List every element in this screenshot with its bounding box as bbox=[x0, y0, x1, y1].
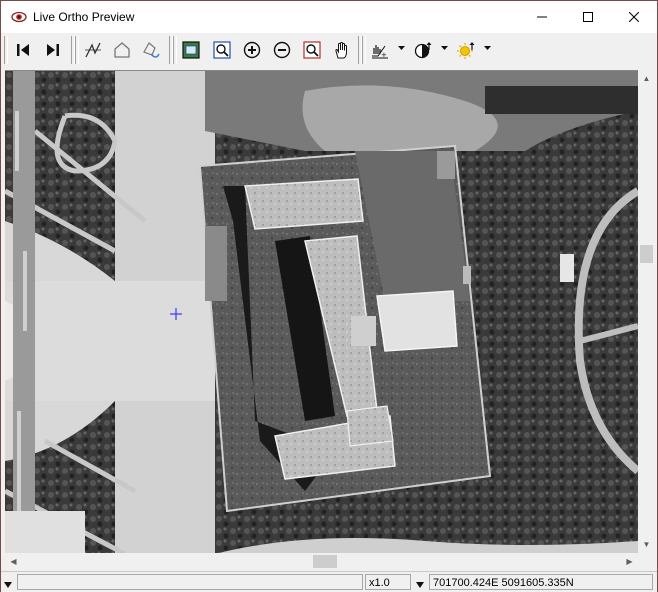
coordinate-format-dropdown[interactable] bbox=[416, 577, 424, 591]
horizontal-scroll-thumb[interactable] bbox=[313, 555, 337, 568]
brightness-icon bbox=[457, 42, 475, 59]
dropdown-arrow-icon bbox=[483, 46, 491, 50]
coordinates-field: 701700.424E 5091605.335N bbox=[429, 574, 653, 590]
polyline-icon bbox=[85, 42, 101, 58]
toolbar-separator bbox=[4, 36, 8, 64]
close-icon bbox=[629, 12, 639, 22]
edit-polygon-button[interactable] bbox=[139, 38, 163, 62]
brightness-dropdown[interactable] bbox=[483, 43, 491, 53]
toolbar-separator bbox=[75, 36, 79, 64]
scrollbar-corner bbox=[638, 553, 655, 570]
maximize-icon bbox=[583, 12, 593, 22]
zoom-extents-icon bbox=[182, 41, 200, 59]
zoom-in-icon bbox=[243, 41, 261, 59]
contrast-button[interactable] bbox=[411, 38, 435, 62]
polygon-edit-icon bbox=[143, 42, 160, 58]
minimize-icon bbox=[537, 16, 547, 18]
zoom-out-button[interactable] bbox=[270, 38, 294, 62]
vertical-scroll-thumb[interactable] bbox=[640, 245, 653, 263]
minimize-button[interactable] bbox=[519, 1, 565, 33]
scroll-up-arrow-icon[interactable]: ▲ bbox=[638, 70, 655, 87]
maximize-button[interactable] bbox=[565, 1, 611, 33]
zoom-in-button[interactable] bbox=[240, 38, 264, 62]
orthophoto-image bbox=[5, 71, 638, 554]
zoom-selection-button[interactable] bbox=[300, 38, 324, 62]
zoom-window-button[interactable] bbox=[210, 38, 234, 62]
zoom-selection-icon bbox=[303, 41, 321, 59]
window-title: Live Ortho Preview bbox=[33, 10, 135, 24]
histogram-button[interactable]: + bbox=[368, 38, 392, 62]
horizontal-scrollbar[interactable]: ◀ ▶ bbox=[5, 553, 638, 570]
vertical-scrollbar[interactable]: ▲ ▼ bbox=[638, 70, 655, 553]
scroll-left-arrow-icon[interactable]: ◀ bbox=[5, 553, 22, 570]
zoom-window-icon bbox=[213, 41, 231, 59]
hand-icon bbox=[335, 41, 347, 59]
close-button[interactable] bbox=[611, 1, 657, 33]
zoom-extents-button[interactable] bbox=[179, 38, 203, 62]
next-image-button[interactable] bbox=[41, 38, 65, 62]
brightness-button[interactable] bbox=[454, 38, 478, 62]
dropdown-arrow-icon bbox=[416, 582, 424, 588]
dropdown-arrow-icon bbox=[440, 46, 448, 50]
scroll-down-arrow-icon[interactable]: ▼ bbox=[638, 536, 655, 553]
live-ortho-preview-window: Live Ortho Preview + ▲ ▼ ◀ ▶ x1.0 701700… bbox=[0, 0, 658, 592]
scroll-right-arrow-icon[interactable]: ▶ bbox=[621, 553, 638, 570]
skip-back-icon bbox=[17, 44, 29, 56]
toolbar-separator bbox=[173, 36, 177, 64]
zoom-level-field: x1.0 bbox=[365, 574, 411, 590]
previous-image-button[interactable] bbox=[11, 38, 35, 62]
draw-polyline-button[interactable] bbox=[81, 38, 105, 62]
toolbar-separator bbox=[362, 36, 366, 64]
pan-button[interactable] bbox=[330, 38, 354, 62]
histogram-dropdown[interactable] bbox=[397, 43, 405, 53]
svg-text:+: + bbox=[381, 51, 387, 59]
eye-icon bbox=[11, 11, 27, 23]
status-bar: x1.0 701700.424E 5091605.335N bbox=[1, 571, 657, 592]
toolbar: + bbox=[1, 33, 657, 67]
dropdown-arrow-icon bbox=[4, 582, 12, 588]
title-bar[interactable]: Live Ortho Preview bbox=[1, 1, 657, 33]
dropdown-arrow-icon bbox=[397, 46, 405, 50]
histogram-icon: + bbox=[372, 45, 388, 59]
contrast-dropdown[interactable] bbox=[440, 43, 448, 53]
status-menu-dropdown[interactable] bbox=[4, 577, 12, 591]
zoom-out-icon bbox=[273, 41, 291, 59]
status-message-field bbox=[17, 574, 363, 590]
polygon-icon bbox=[114, 42, 130, 58]
draw-polygon-button[interactable] bbox=[110, 38, 134, 62]
skip-forward-icon bbox=[47, 44, 59, 56]
contrast-icon bbox=[414, 42, 432, 59]
ortho-image-viewport[interactable] bbox=[5, 70, 638, 554]
